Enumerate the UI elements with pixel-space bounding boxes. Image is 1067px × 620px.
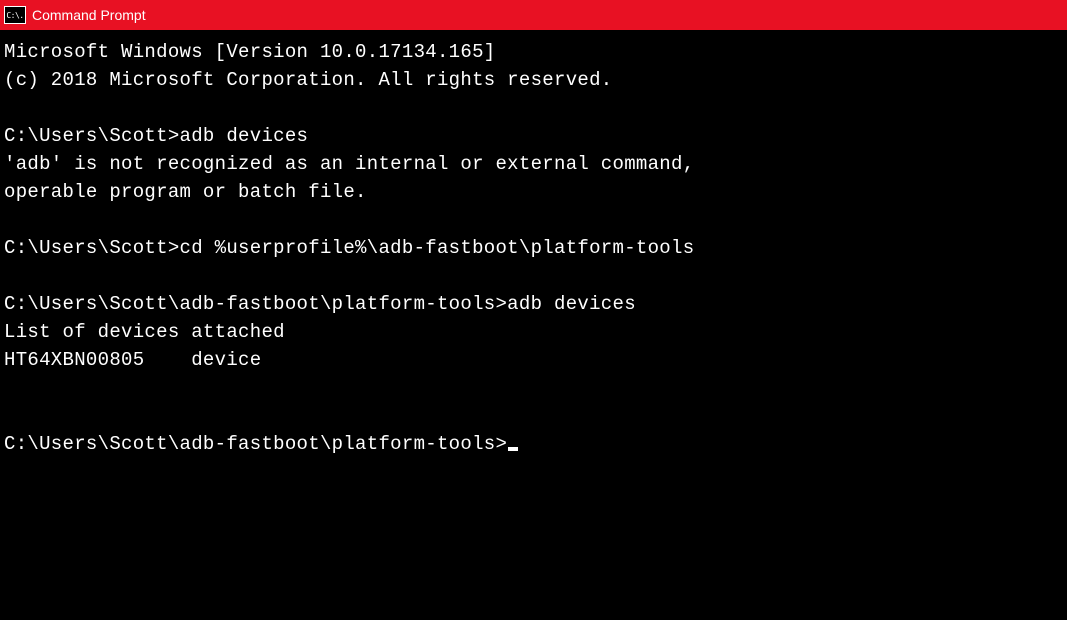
cmd-icon-text: C:\.	[6, 11, 23, 20]
terminal-prompt: C:\Users\Scott\adb-fastboot\platform-too…	[4, 433, 507, 455]
terminal-line: operable program or batch file.	[4, 181, 367, 203]
cmd-icon: C:\.	[4, 6, 26, 24]
window-title: Command Prompt	[32, 7, 146, 23]
terminal-line: Microsoft Windows [Version 10.0.17134.16…	[4, 41, 495, 63]
terminal-line: 'adb' is not recognized as an internal o…	[4, 153, 694, 175]
terminal-line: C:\Users\Scott\adb-fastboot\platform-too…	[4, 293, 636, 315]
terminal-line: C:\Users\Scott>adb devices	[4, 125, 308, 147]
terminal-line: HT64XBN00805 device	[4, 349, 261, 371]
terminal-line: List of devices attached	[4, 321, 285, 343]
terminal-output[interactable]: Microsoft Windows [Version 10.0.17134.16…	[0, 30, 1067, 466]
window-titlebar[interactable]: C:\. Command Prompt	[0, 0, 1067, 30]
terminal-line: (c) 2018 Microsoft Corporation. All righ…	[4, 69, 613, 91]
cursor	[508, 447, 518, 451]
terminal-line: C:\Users\Scott>cd %userprofile%\adb-fast…	[4, 237, 694, 259]
